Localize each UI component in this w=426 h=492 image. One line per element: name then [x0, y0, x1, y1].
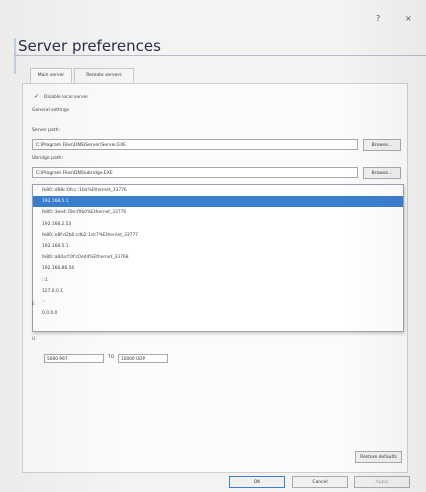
- ubridge-path-label: Ubridge path:: [32, 156, 63, 161]
- port-range-to: TO: [108, 355, 115, 360]
- disable-local-label: Disable local server: [44, 95, 89, 100]
- apply-button[interactable]: Apply: [354, 476, 410, 488]
- dropdown-option[interactable]: ::1: [33, 275, 403, 286]
- cancel-button[interactable]: Cancel: [292, 476, 348, 488]
- port-range-end[interactable]: 10000 UDP: [118, 354, 168, 363]
- restore-defaults-button[interactable]: Restore defaults: [355, 451, 402, 463]
- dropdown-option[interactable]: ::: [33, 297, 403, 308]
- title-accent-bar: [14, 38, 16, 74]
- dropdown-option[interactable]: 192.168.88.56: [33, 263, 403, 274]
- server-path-field[interactable]: C:\Program Files\DNS\Server\Server.EXE: [32, 139, 358, 150]
- obscured-label-e: E: [32, 302, 35, 307]
- dropdown-option[interactable]: 0.0.0.0: [33, 308, 403, 319]
- dropdown-option[interactable]: 192.168.5.1: [33, 241, 403, 252]
- dropdown-option[interactable]: 192.168.2.53: [33, 219, 403, 230]
- tab-main-server[interactable]: Main server: [30, 68, 72, 84]
- dropdown-option[interactable]: fe80::a84a:f:0f:c0ed4%Ethernet_33768: [33, 252, 403, 263]
- general-settings-heading: General settings: [32, 108, 70, 113]
- dropdown-option[interactable]: 127.0.0.1: [33, 286, 403, 297]
- help-button[interactable]: ?: [376, 14, 380, 23]
- port-range-start[interactable]: 5000 997: [44, 354, 104, 363]
- tab-remote-servers[interactable]: Remote servers: [74, 68, 134, 83]
- ubridge-path-field[interactable]: C:\Program Files\DNS\ubridge.EXE: [32, 167, 358, 178]
- dialog-title: Server preferences: [18, 37, 161, 55]
- host-binding-dropdown-list[interactable]: fe80::d68c:0fcc::1ba%Ethernet_33776 192.1…: [32, 184, 404, 332]
- server-path-label: Server path:: [32, 128, 60, 133]
- dropdown-option[interactable]: fe80::e8f:d2b6:cdb2:1dc7%Ethernet_33777: [33, 230, 403, 241]
- disable-local-checkbox[interactable]: ✓: [34, 94, 40, 100]
- ubridge-browse-button[interactable]: Browse...: [363, 167, 401, 179]
- server-browse-button[interactable]: Browse...: [363, 139, 401, 151]
- dropdown-option[interactable]: fe80::3ee4:78e:f0b0%Ethernet_33776: [33, 207, 403, 218]
- dropdown-option[interactable]: fe80::d68c:0fcc::1ba%Ethernet_33776: [33, 185, 403, 196]
- ok-button[interactable]: OK: [229, 476, 285, 488]
- dropdown-option[interactable]: 192.168.5.1: [33, 196, 403, 208]
- obscured-label-u: U: [32, 337, 36, 342]
- title-divider: [14, 55, 426, 56]
- close-icon[interactable]: ×: [405, 14, 412, 23]
